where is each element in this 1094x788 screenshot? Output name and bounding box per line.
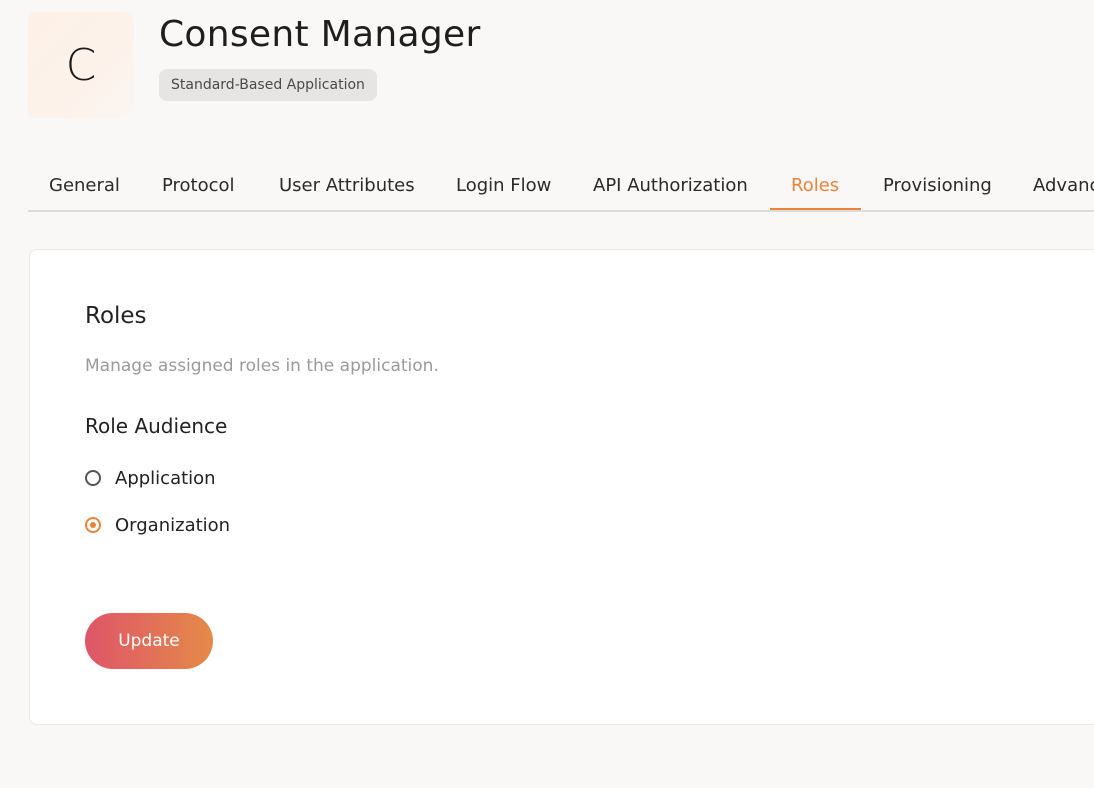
radio-label: Application bbox=[115, 467, 216, 489]
role-audience-label: Role Audience bbox=[85, 414, 228, 438]
app-title: Consent Manager bbox=[159, 14, 481, 55]
radio-label: Organization bbox=[115, 514, 231, 536]
active-tab-indicator bbox=[770, 208, 861, 210]
tab-login-flow[interactable]: Login Flow bbox=[456, 162, 551, 210]
roles-panel: Roles Manage assigned roles in the appli… bbox=[29, 249, 1094, 725]
app-avatar: C bbox=[28, 12, 134, 118]
radio-button[interactable] bbox=[85, 470, 101, 486]
section-title: Roles bbox=[85, 303, 147, 329]
tab-api-authorization[interactable]: API Authorization bbox=[593, 162, 748, 210]
tab-roles[interactable]: Roles bbox=[791, 162, 839, 210]
tab-advanced[interactable]: Advanced bbox=[1033, 162, 1094, 210]
update-button[interactable]: Update bbox=[85, 613, 213, 669]
tab-protocol[interactable]: Protocol bbox=[162, 162, 235, 210]
tab-general[interactable]: General bbox=[49, 162, 120, 210]
tab-provisioning[interactable]: Provisioning bbox=[883, 162, 992, 210]
radio-option-organization[interactable]: Organization bbox=[85, 511, 230, 539]
radio-option-application[interactable]: Application bbox=[85, 464, 216, 492]
radio-button-checked[interactable] bbox=[85, 517, 101, 533]
app-type-badge: Standard-Based Application bbox=[159, 69, 377, 101]
tab-user-attributes[interactable]: User Attributes bbox=[279, 162, 415, 210]
section-description: Manage assigned roles in the application… bbox=[85, 356, 439, 376]
tab-bar: General Protocol User Attributes Login F… bbox=[28, 162, 1094, 212]
